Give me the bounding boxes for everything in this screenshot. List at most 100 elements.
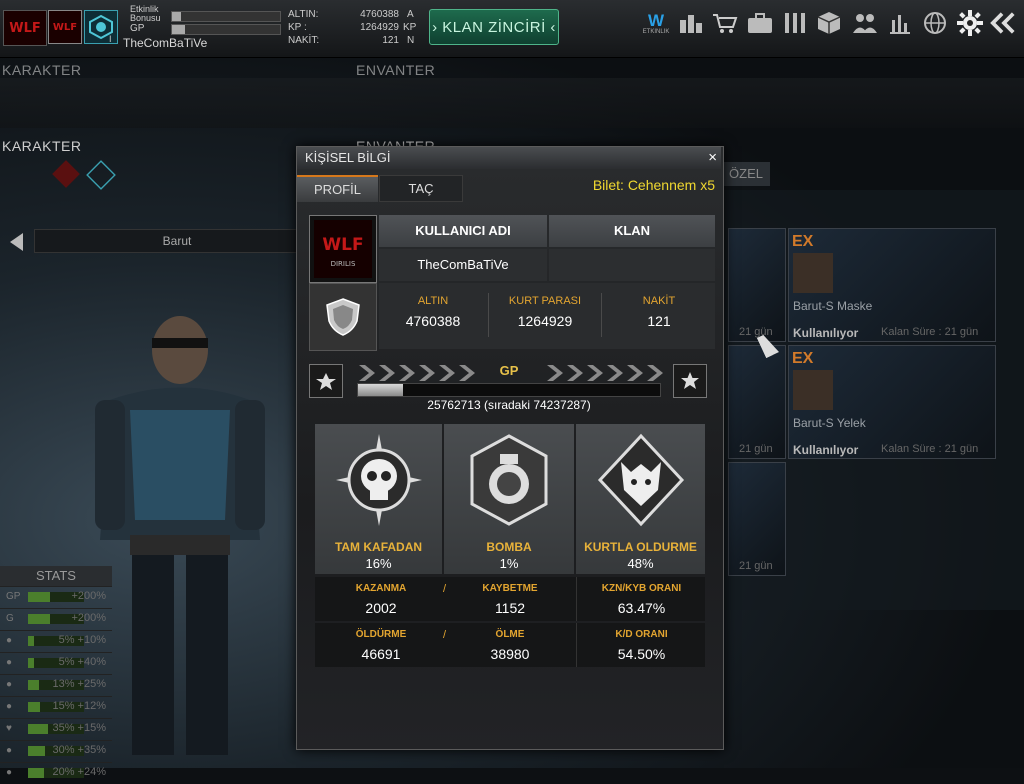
deaths-cell: ÖLME 38980 — [445, 623, 575, 667]
item-name: Barut-S Yelek — [793, 416, 866, 430]
cash-label: NAKİT: — [288, 35, 320, 46]
gp-label: GP — [130, 23, 145, 34]
top-bar: WLF WLF I Etkinlik Bonusu GP TheComBaTiV… — [0, 0, 1024, 58]
friends-icon[interactable] — [852, 10, 878, 36]
previous-arrow-icon[interactable] — [10, 233, 23, 251]
inventory-item[interactable]: EX Barut-S Maske Kullanılıyor Kalan Süre… — [788, 228, 996, 342]
gp-progress-bar — [357, 383, 661, 397]
cash-value: 121 — [382, 35, 399, 46]
clan-value — [549, 249, 715, 281]
divider — [488, 293, 489, 337]
stat-icon: ● — [6, 701, 13, 712]
stat-icon: ● — [6, 635, 13, 646]
medal-value: 48% — [627, 556, 654, 571]
stats-title: STATS — [0, 566, 112, 586]
username-value: TheComBaTiVe — [379, 249, 547, 281]
stat-row: ● 30% +35% — [0, 740, 112, 762]
game-logo: WLF — [3, 10, 47, 46]
item-status: Kullanılıyor — [793, 326, 859, 340]
medal-name: BOMBA — [486, 540, 532, 554]
kp-label: KP : — [288, 22, 307, 33]
losses-value: 1152 — [494, 600, 526, 616]
medal-name: KURTLA OLDURME — [584, 540, 697, 554]
gp-mini-bar — [171, 24, 281, 35]
losses-cell: KAYBETME 1152 — [445, 577, 575, 621]
inventory-case-icon[interactable] — [747, 10, 773, 36]
inventory-slot[interactable]: 21 gün — [728, 345, 786, 459]
currency-panel: ALTIN: 4760388 A KP : 1264929 KP NAKİT: … — [285, 9, 425, 49]
kd-ratio-value: 54.50% — [617, 646, 666, 662]
cash-block: NAKİT 121 — [605, 295, 713, 329]
money-panel: ALTIN 4760388 KURT PARASI 1264929 NAKİT … — [379, 283, 715, 349]
kills-label: ÖLDÜRME — [355, 629, 407, 640]
rank-emblem-icon — [84, 10, 118, 44]
statistics-icon[interactable] — [887, 10, 913, 36]
gear-icon[interactable] — [957, 10, 983, 36]
shop-cart-icon[interactable] — [712, 10, 738, 36]
stat-row: ♥ 35% +15% — [0, 718, 112, 740]
tab-ozel[interactable]: ÖZEL — [722, 162, 770, 186]
wolf-icon — [576, 430, 705, 530]
next-rank-icon — [673, 364, 707, 398]
gold-label: ALTIN: — [288, 9, 319, 20]
inventory-item[interactable]: EX Barut-S Yelek Kullanılıyor Kalan Süre… — [788, 345, 996, 459]
item-status: Kullanılıyor — [793, 443, 859, 457]
item-tag: EX — [792, 350, 814, 367]
stat-label: G — [6, 613, 14, 624]
stat-row: ● 20% +24% — [0, 762, 112, 784]
svg-text:WLF: WLF — [322, 235, 363, 255]
avatar[interactable]: WLF — [48, 10, 82, 44]
globe-icon[interactable] — [922, 10, 948, 36]
stat-value: +200% — [71, 612, 106, 624]
kills-value: 46691 — [361, 646, 401, 662]
back-icon[interactable] — [990, 10, 1016, 36]
item-remaining: Kalan Süre : 21 gün — [881, 326, 979, 338]
stat-value: 30% +35% — [52, 744, 106, 756]
ghost-inventory-title: ENVANTER — [356, 62, 436, 78]
wins-value: 2002 — [365, 600, 397, 616]
bomb-icon — [444, 430, 574, 530]
stat-icon: ● — [6, 745, 13, 756]
stat-value: 5% +40% — [58, 656, 106, 668]
gold-value: 4760388 — [405, 313, 461, 329]
inventory-slot[interactable]: 21 gün — [728, 462, 786, 576]
character-select[interactable]: Barut — [34, 229, 320, 253]
stat-value: 35% +15% — [52, 722, 106, 734]
weapons-icon[interactable] — [782, 10, 808, 36]
wins-cell: KAZANMA 2002 — [315, 577, 447, 621]
heart-icon: ♥ — [6, 723, 12, 734]
gp-progress-label: GP — [499, 363, 519, 378]
win-ratio-label: KZN/KYB ORANI — [601, 583, 682, 594]
win-loss-row: KAZANMA 2002 / KAYBETME 1152 KZN/KYB ORA… — [315, 577, 705, 621]
rank-suffix: I — [109, 34, 112, 44]
event-bonus-bar — [171, 11, 281, 22]
kill-death-row: ÖLDÜRME 46691 / ÖLME 38980 K/D ORANI 54.… — [315, 623, 705, 667]
stat-row: ● 5% +40% — [0, 652, 112, 674]
stat-value: 13% +25% — [52, 678, 106, 690]
event-icon[interactable]: W ETKINLIK — [640, 10, 672, 36]
close-icon[interactable]: × — [708, 149, 717, 166]
wolf-money-block: KURT PARASI 1264929 — [491, 295, 599, 329]
kd-ratio-label: K/D ORANI — [615, 629, 668, 640]
kd-ratio-cell: K/D ORANI 54.50% — [576, 623, 706, 667]
inventory-slot[interactable]: 21 gün — [728, 228, 786, 342]
stat-value: 5% +10% — [58, 634, 106, 646]
stats-panel: STATS GP +200% G +200% ● 5% +10% ● 5% +40% ●… — [0, 566, 112, 778]
stat-row: GP +200% — [0, 586, 112, 608]
deaths-label: ÖLME — [495, 629, 525, 640]
item-name: Barut-S Maske — [793, 299, 873, 313]
stat-value: 15% +12% — [52, 700, 106, 712]
losses-label: KAYBETME — [482, 583, 538, 594]
item-thumbnail — [793, 253, 833, 293]
gold-label: ALTIN — [417, 295, 449, 307]
wolf-money-value: 1264929 — [517, 313, 573, 329]
gold-value: 4760388 — [360, 9, 399, 20]
ghost-character-title: KARAKTER — [2, 62, 82, 78]
ranking-icon[interactable] — [678, 10, 704, 36]
wolf-money-label: KURT PARASI — [508, 295, 582, 307]
tab-crown[interactable]: TAÇ — [379, 175, 463, 202]
box-icon[interactable] — [816, 10, 842, 36]
gp-progress-fill — [358, 384, 404, 396]
clan-chain-button[interactable]: › KLAN ZİNCİRİ ‹ — [429, 9, 559, 45]
tab-profile[interactable]: PROFİL — [297, 175, 378, 202]
